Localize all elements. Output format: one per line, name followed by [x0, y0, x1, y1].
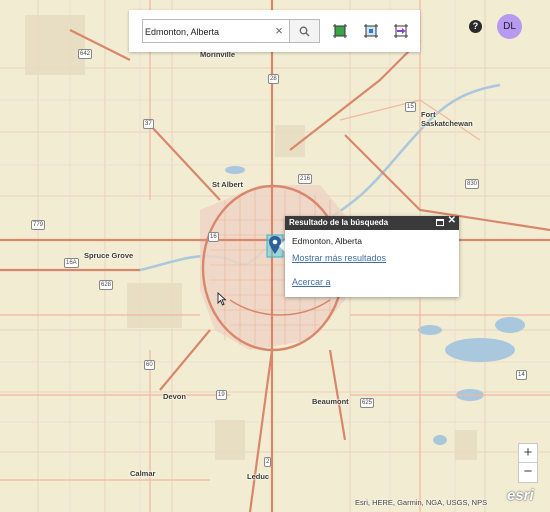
place-label-leduc: Leduc [247, 472, 270, 481]
highway-shield-19: 19 [216, 390, 227, 400]
close-icon[interactable]: ✕ [448, 216, 456, 226]
zoom-in-button[interactable]: + [519, 444, 537, 463]
search-toolbar: × [129, 10, 420, 52]
popup-title: Resultado de la búsqueda [289, 218, 389, 227]
place-label-fort-saskatchewan: Fort Saskatchewan [421, 110, 473, 128]
measure-icon [394, 24, 408, 38]
highway-shield-60: 60 [144, 360, 155, 370]
search-box: × [142, 19, 290, 43]
highway-shield-625: 625 [360, 398, 375, 408]
highway-shield-14: 14 [516, 370, 527, 380]
highway-shield-37: 37 [143, 119, 154, 129]
search-button[interactable] [290, 19, 320, 43]
zoom-to-link[interactable]: Acercar a [292, 277, 452, 287]
zoom-out-button[interactable]: − [519, 463, 537, 482]
popup-result-text: Edmonton, Alberta [292, 236, 362, 246]
place-label-devon: Devon [163, 392, 186, 401]
clear-search-button[interactable]: × [272, 23, 286, 39]
highway-shield-628: 628 [99, 280, 114, 290]
show-more-results-link[interactable]: Mostrar más resultados [292, 253, 452, 263]
select-extent-icon [364, 24, 378, 38]
search-icon [299, 26, 310, 36]
mouse-cursor-icon [217, 292, 227, 306]
place-label-st-albert: St Albert [212, 180, 243, 189]
search-input[interactable] [145, 23, 273, 40]
select-extent-button[interactable] [362, 22, 380, 40]
help-button[interactable]: ? [469, 20, 482, 33]
highway-shield-642: 642 [78, 49, 93, 59]
popup-header: Resultado de la búsqueda ✕ [285, 216, 459, 230]
esri-logo[interactable]: esri [507, 487, 534, 504]
measure-button[interactable] [392, 22, 410, 40]
highway-shield-779: 779 [31, 220, 46, 230]
select-area-button[interactable] [331, 22, 349, 40]
map-attribution: Esri, HERE, Garmin, NGA, USGS, NPS [355, 498, 488, 507]
place-label-spruce-grove: Spruce Grove [84, 251, 134, 260]
highway-shield-216: 216 [298, 174, 313, 184]
highway-shield-16: 16 [208, 232, 219, 242]
highway-shield-2: 2 [264, 457, 272, 467]
popup-body: Edmonton, Alberta Mostrar más resultados… [285, 230, 459, 293]
zoom-control: + − [518, 443, 538, 483]
place-label-calmar: Calmar [130, 469, 156, 478]
highway-shield-15: 15 [405, 102, 416, 112]
maximize-icon[interactable] [436, 219, 444, 226]
highway-shield-28: 28 [268, 74, 279, 84]
highway-shield-830: 830 [465, 179, 480, 189]
place-label-beaumont: Beaumont [312, 397, 349, 406]
select-area-icon [333, 24, 347, 38]
highway-shield-16a: 16A [64, 258, 79, 268]
user-avatar[interactable]: DL [497, 14, 522, 39]
search-result-popup: Resultado de la búsqueda ✕ Edmonton, Alb… [285, 216, 459, 297]
